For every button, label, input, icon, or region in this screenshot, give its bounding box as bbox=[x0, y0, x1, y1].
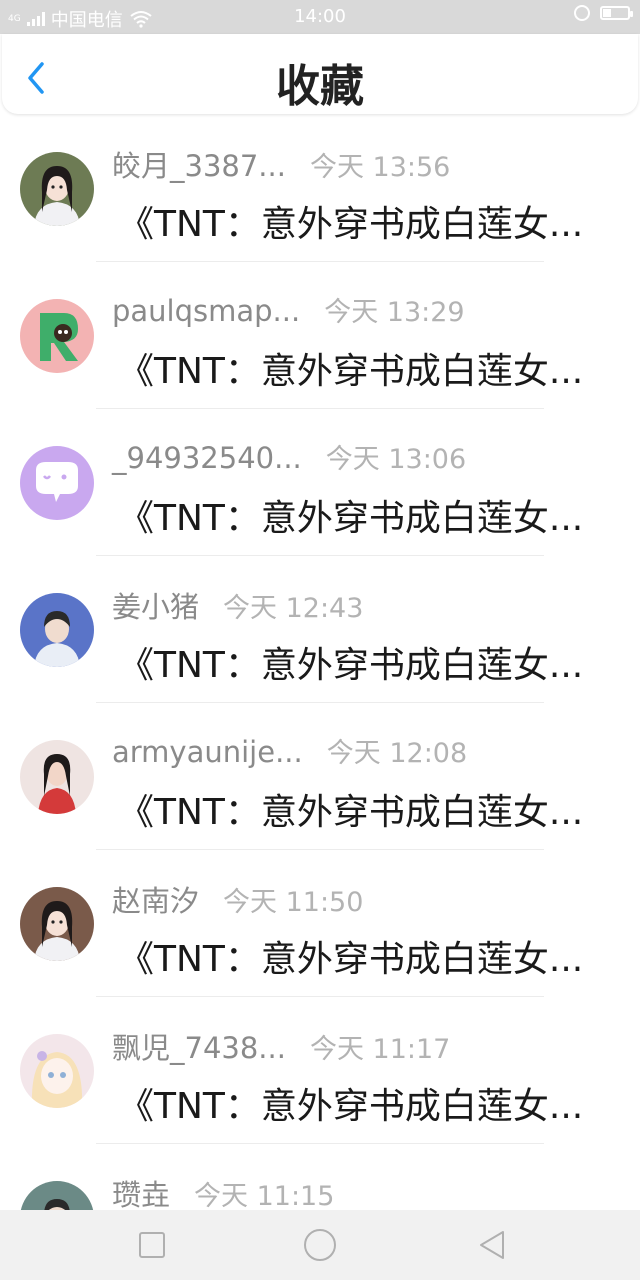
list-item[interactable]: _94932540... 今天 13:06 《TNT：意外穿书成白莲女... bbox=[0, 409, 640, 556]
user-name[interactable]: 姜小猪 bbox=[112, 584, 199, 626]
timestamp: 今天 11:50 bbox=[223, 887, 364, 918]
header: 收藏 bbox=[2, 34, 638, 114]
story-title[interactable]: 《TNT：意外穿书成白莲女... bbox=[118, 342, 598, 394]
user-name[interactable]: 皎月_3387... bbox=[112, 143, 286, 185]
story-title[interactable]: 《TNT：意外穿书成白莲女... bbox=[118, 930, 598, 982]
avatar[interactable] bbox=[20, 1181, 94, 1210]
square-icon bbox=[139, 1232, 165, 1258]
avatar[interactable] bbox=[20, 1034, 94, 1108]
user-name[interactable]: _94932540... bbox=[112, 441, 302, 475]
list-item[interactable]: armyaunije... 今天 12:08 《TNT：意外穿书成白莲女... bbox=[0, 703, 640, 850]
avatar[interactable] bbox=[20, 299, 94, 373]
story-title[interactable]: 《TNT：意外穿书成白莲女... bbox=[118, 195, 598, 247]
user-name[interactable]: 瓒垚 bbox=[112, 1172, 170, 1210]
letter-r-icon bbox=[20, 299, 94, 373]
anime-girl-icon bbox=[20, 1034, 94, 1108]
timestamp: 今天 12:08 bbox=[326, 738, 468, 769]
system-nav-bar bbox=[0, 1210, 640, 1280]
timestamp: 今天 12:43 bbox=[223, 593, 364, 624]
user-name[interactable]: 飘児_7438... bbox=[112, 1025, 286, 1067]
battery-icon bbox=[600, 6, 633, 20]
timestamp: 今天 11:17 bbox=[309, 1034, 451, 1065]
timestamp: 今天 11:15 bbox=[194, 1181, 335, 1210]
user-name[interactable]: armyaunije... bbox=[112, 735, 303, 769]
list-item[interactable]: paulqsmap... 今天 13:29 《TNT：意外穿书成白莲女... bbox=[0, 262, 640, 409]
item-meta: 瓒垚 今天 11:15 bbox=[112, 1172, 334, 1210]
story-title[interactable]: 《TNT：意外穿书成白莲女... bbox=[118, 783, 598, 835]
circle-icon bbox=[304, 1229, 336, 1261]
timestamp: 今天 13:29 bbox=[324, 297, 465, 328]
alarm-icon bbox=[574, 5, 590, 21]
list-item[interactable]: 皎月_3387... 今天 13:56 《TNT：意外穿书成白莲女... bbox=[0, 115, 640, 262]
user-name[interactable]: 赵南汐 bbox=[112, 878, 199, 920]
portrait-boy-icon bbox=[20, 1181, 94, 1210]
list-item[interactable]: 瓒垚 今天 11:15 bbox=[0, 1144, 640, 1210]
avatar[interactable] bbox=[20, 446, 94, 520]
portrait-boy-icon bbox=[20, 593, 94, 667]
list-item[interactable]: 姜小猪 今天 12:43 《TNT：意外穿书成白莲女... bbox=[0, 556, 640, 703]
portrait-red-icon bbox=[20, 740, 94, 814]
portrait-girl-icon bbox=[20, 887, 94, 961]
back-nav-button[interactable] bbox=[475, 1228, 509, 1262]
timestamp: 今天 13:56 bbox=[309, 152, 451, 183]
item-meta: 飘児_7438... 今天 11:17 bbox=[112, 1025, 450, 1067]
item-meta: paulqsmap... 今天 13:29 bbox=[112, 290, 465, 329]
avatar[interactable] bbox=[20, 887, 94, 961]
favorites-list: 皎月_3387... 今天 13:56 《TNT：意外穿书成白莲女... paulqs… bbox=[0, 115, 640, 1210]
status-bar: 4G 中国电信 14:00 bbox=[0, 0, 640, 34]
avatar[interactable] bbox=[20, 152, 94, 226]
item-meta: 赵南汐 今天 11:50 bbox=[112, 878, 363, 920]
battery-level bbox=[603, 9, 611, 17]
user-name[interactable]: paulqsmap... bbox=[112, 294, 300, 328]
list-item[interactable]: 飘児_7438... 今天 11:17 《TNT：意外穿书成白莲女... bbox=[0, 997, 640, 1144]
story-title[interactable]: 《TNT：意外穿书成白莲女... bbox=[118, 636, 598, 688]
item-meta: 姜小猪 今天 12:43 bbox=[112, 584, 363, 626]
avatar[interactable] bbox=[20, 740, 94, 814]
item-meta: _94932540... 今天 13:06 bbox=[112, 437, 466, 476]
item-meta: 皎月_3387... 今天 13:56 bbox=[112, 143, 450, 185]
timestamp: 今天 13:06 bbox=[325, 444, 467, 475]
avatar[interactable] bbox=[20, 593, 94, 667]
story-title[interactable]: 《TNT：意外穿书成白莲女... bbox=[118, 1077, 598, 1129]
story-title[interactable]: 《TNT：意外穿书成白莲女... bbox=[118, 489, 598, 541]
triangle-back-icon bbox=[480, 1231, 504, 1259]
status-right bbox=[574, 5, 633, 21]
status-time: 14:00 bbox=[294, 6, 346, 27]
home-button[interactable] bbox=[303, 1228, 337, 1262]
portrait-girl-icon bbox=[20, 152, 94, 226]
chat-bubble-icon bbox=[20, 446, 94, 520]
list-item[interactable]: 赵南汐 今天 11:50 《TNT：意外穿书成白莲女... bbox=[0, 850, 640, 997]
recents-button[interactable] bbox=[135, 1228, 169, 1262]
item-meta: armyaunije... 今天 12:08 bbox=[112, 731, 467, 770]
page-title: 收藏 bbox=[276, 61, 364, 112]
